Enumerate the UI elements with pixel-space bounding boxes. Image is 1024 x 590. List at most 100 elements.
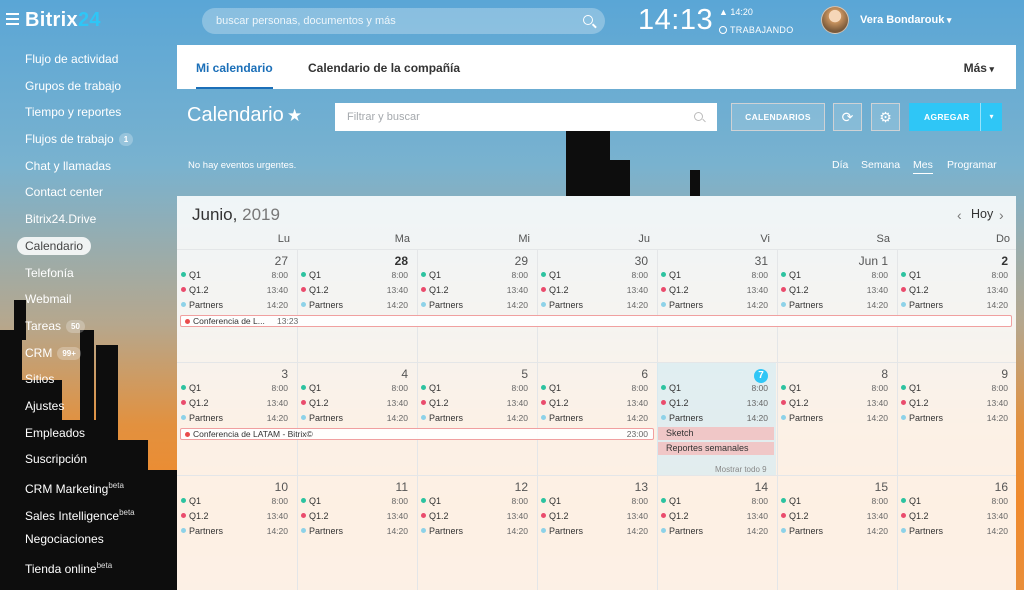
sidebar-item-workflows[interactable]: Flujos de trabajo 1 (0, 126, 176, 153)
day-number[interactable]: 6 (538, 367, 648, 381)
calendar-event[interactable]: Partners 14:20 (781, 300, 893, 314)
calendar-event[interactable]: Q1.2 13:40 (301, 398, 413, 412)
day-number[interactable]: 8 (778, 367, 888, 381)
day-number[interactable]: 30 (538, 254, 648, 268)
calendar-event[interactable]: Q1.2 13:40 (541, 398, 653, 412)
calendar-event[interactable]: Partners 14:20 (301, 413, 413, 427)
calendar-event[interactable]: Partners 14:20 (421, 526, 533, 540)
calendar-event[interactable]: Q1.2 13:40 (661, 398, 773, 412)
calendar-event[interactable]: Q1.2 13:40 (901, 285, 1013, 299)
calendar-event[interactable]: Q1.2 13:40 (301, 511, 413, 525)
calendar-event[interactable]: Q1 8:00 (901, 383, 1013, 397)
calendar-event[interactable]: Q1.2 13:40 (181, 511, 293, 525)
calendar-event[interactable]: Q1.2 13:40 (781, 511, 893, 525)
sidebar-item-subscription[interactable]: Suscripción (0, 446, 176, 473)
sidebar-item-drive[interactable]: Bitrix24.Drive (0, 206, 176, 233)
gear-icon[interactable]: ⚙ (871, 103, 900, 131)
calendar-event[interactable]: Q1 8:00 (541, 270, 653, 284)
calendar-event[interactable]: Partners 14:20 (901, 413, 1013, 427)
calendar-event[interactable]: Q1 8:00 (301, 270, 413, 284)
day-number[interactable]: 29 (418, 254, 528, 268)
event-conference-week2[interactable]: Conferencia de LATAM - Bitrix© 23:00 (180, 428, 654, 440)
calendar-event[interactable]: Q1.2 13:40 (181, 398, 293, 412)
calendar-event[interactable]: Partners 14:20 (541, 526, 653, 540)
sync-icon[interactable]: ⟳ (833, 103, 862, 131)
calendar-event[interactable]: Partners 14:20 (301, 300, 413, 314)
star-icon[interactable]: ★ (287, 106, 302, 126)
calendar-event[interactable]: Q1 8:00 (181, 496, 293, 510)
calendar-event[interactable]: Q1 8:00 (781, 496, 893, 510)
global-search[interactable] (202, 8, 605, 34)
calendar-event[interactable]: Q1 8:00 (901, 496, 1013, 510)
worktime-status[interactable]: TRABAJANDO (719, 25, 794, 35)
calendar-event[interactable]: Partners 14:20 (301, 526, 413, 540)
more-menu[interactable]: Más (964, 61, 994, 75)
day-number[interactable]: Jun 1 (778, 254, 888, 268)
calendar-event[interactable]: Q1.2 13:40 (421, 511, 533, 525)
calendar-event[interactable]: Q1.2 13:40 (901, 511, 1013, 525)
calendar-event[interactable]: Partners 14:20 (181, 300, 293, 314)
calendars-button[interactable]: CALENDARIOS (731, 103, 825, 131)
calendar-event[interactable]: Partners 14:20 (781, 526, 893, 540)
day-number[interactable]: 11 (298, 480, 408, 494)
day-number[interactable]: 9 (898, 367, 1008, 381)
sidebar-item-telephony[interactable]: Telefonía (0, 260, 176, 287)
calendar-event[interactable]: Partners 14:20 (541, 413, 653, 427)
calendar-event[interactable]: Q1 8:00 (901, 270, 1013, 284)
calendar-event[interactable]: Q1 8:00 (781, 270, 893, 284)
tab-my-calendar[interactable]: Mi calendario (196, 45, 273, 89)
calendar-event[interactable]: Partners 14:20 (181, 413, 293, 427)
event-conference-week1[interactable]: Conferencia de L... 13:23 (180, 315, 1012, 327)
chevron-right-icon[interactable]: › (999, 207, 1004, 223)
sidebar-item-contact-center[interactable]: Contact center (0, 179, 176, 206)
calendar-event[interactable]: Q1 8:00 (421, 383, 533, 397)
show-all-link[interactable]: Mostrar todo 9 (715, 465, 767, 474)
view-day[interactable]: Día (832, 159, 848, 171)
calendar-event[interactable]: Partners 14:20 (661, 413, 773, 427)
event-weekly-reports[interactable]: Reportes semanales (658, 442, 774, 455)
worktime-time[interactable]: ▲ 14:20 (719, 7, 753, 17)
day-number[interactable]: 7 (658, 367, 768, 383)
calendar-event[interactable]: Q1.2 13:40 (421, 398, 533, 412)
sidebar-item-webmail[interactable]: Webmail (0, 286, 176, 313)
calendar-event[interactable]: Partners 14:20 (181, 526, 293, 540)
search-icon[interactable] (583, 15, 593, 25)
event-sketch[interactable]: Sketch (658, 427, 774, 440)
calendar-event[interactable]: Q1.2 13:40 (421, 285, 533, 299)
calendar-event[interactable]: Q1.2 13:40 (781, 285, 893, 299)
calendar-event[interactable]: Q1 8:00 (661, 496, 773, 510)
menu-icon[interactable] (6, 13, 19, 27)
calendar-event[interactable]: Q1 8:00 (181, 270, 293, 284)
calendar-event[interactable]: Q1.2 13:40 (661, 511, 773, 525)
calendar-event[interactable]: Q1 8:00 (661, 383, 773, 397)
sidebar-item-sales-intelligence[interactable]: Sales Intelligencebeta (0, 500, 176, 527)
day-number[interactable]: 12 (418, 480, 528, 494)
view-schedule[interactable]: Programar (947, 159, 997, 171)
chevron-left-icon[interactable]: ‹ (957, 207, 962, 223)
sidebar-item-settings[interactable]: Ajustes (0, 393, 176, 420)
day-number[interactable]: 2 (898, 254, 1008, 268)
filter-search[interactable] (335, 103, 717, 131)
calendar-event[interactable]: Partners 14:20 (901, 300, 1013, 314)
calendar-event[interactable]: Q1 8:00 (421, 270, 533, 284)
day-number[interactable]: 28 (298, 254, 408, 268)
calendar-event[interactable]: Q1.2 13:40 (301, 285, 413, 299)
logo[interactable]: Bitrix24 (25, 9, 101, 32)
calendar-event[interactable]: Q1.2 13:40 (541, 511, 653, 525)
sidebar-item-calendar[interactable]: Calendario (0, 233, 176, 260)
day-number[interactable]: 4 (298, 367, 408, 381)
calendar-event[interactable]: Q1 8:00 (541, 383, 653, 397)
day-number[interactable]: 10 (178, 480, 288, 494)
day-number[interactable]: 5 (418, 367, 528, 381)
user-menu[interactable]: Vera Bondarouk (860, 14, 951, 26)
day-number[interactable]: 27 (178, 254, 288, 268)
calendar-event[interactable]: Q1 8:00 (301, 496, 413, 510)
view-week[interactable]: Semana (861, 159, 900, 171)
sidebar-item-activity-stream[interactable]: Flujo de actividad (0, 46, 176, 73)
tab-company-calendar[interactable]: Calendario de la compañía (308, 45, 460, 89)
calendar-event[interactable]: Partners 14:20 (661, 526, 773, 540)
sidebar-item-crm[interactable]: CRM 99+ (0, 340, 176, 367)
calendar-event[interactable]: Partners 14:20 (901, 526, 1013, 540)
filter-input[interactable] (335, 103, 675, 131)
avatar[interactable] (821, 6, 849, 34)
